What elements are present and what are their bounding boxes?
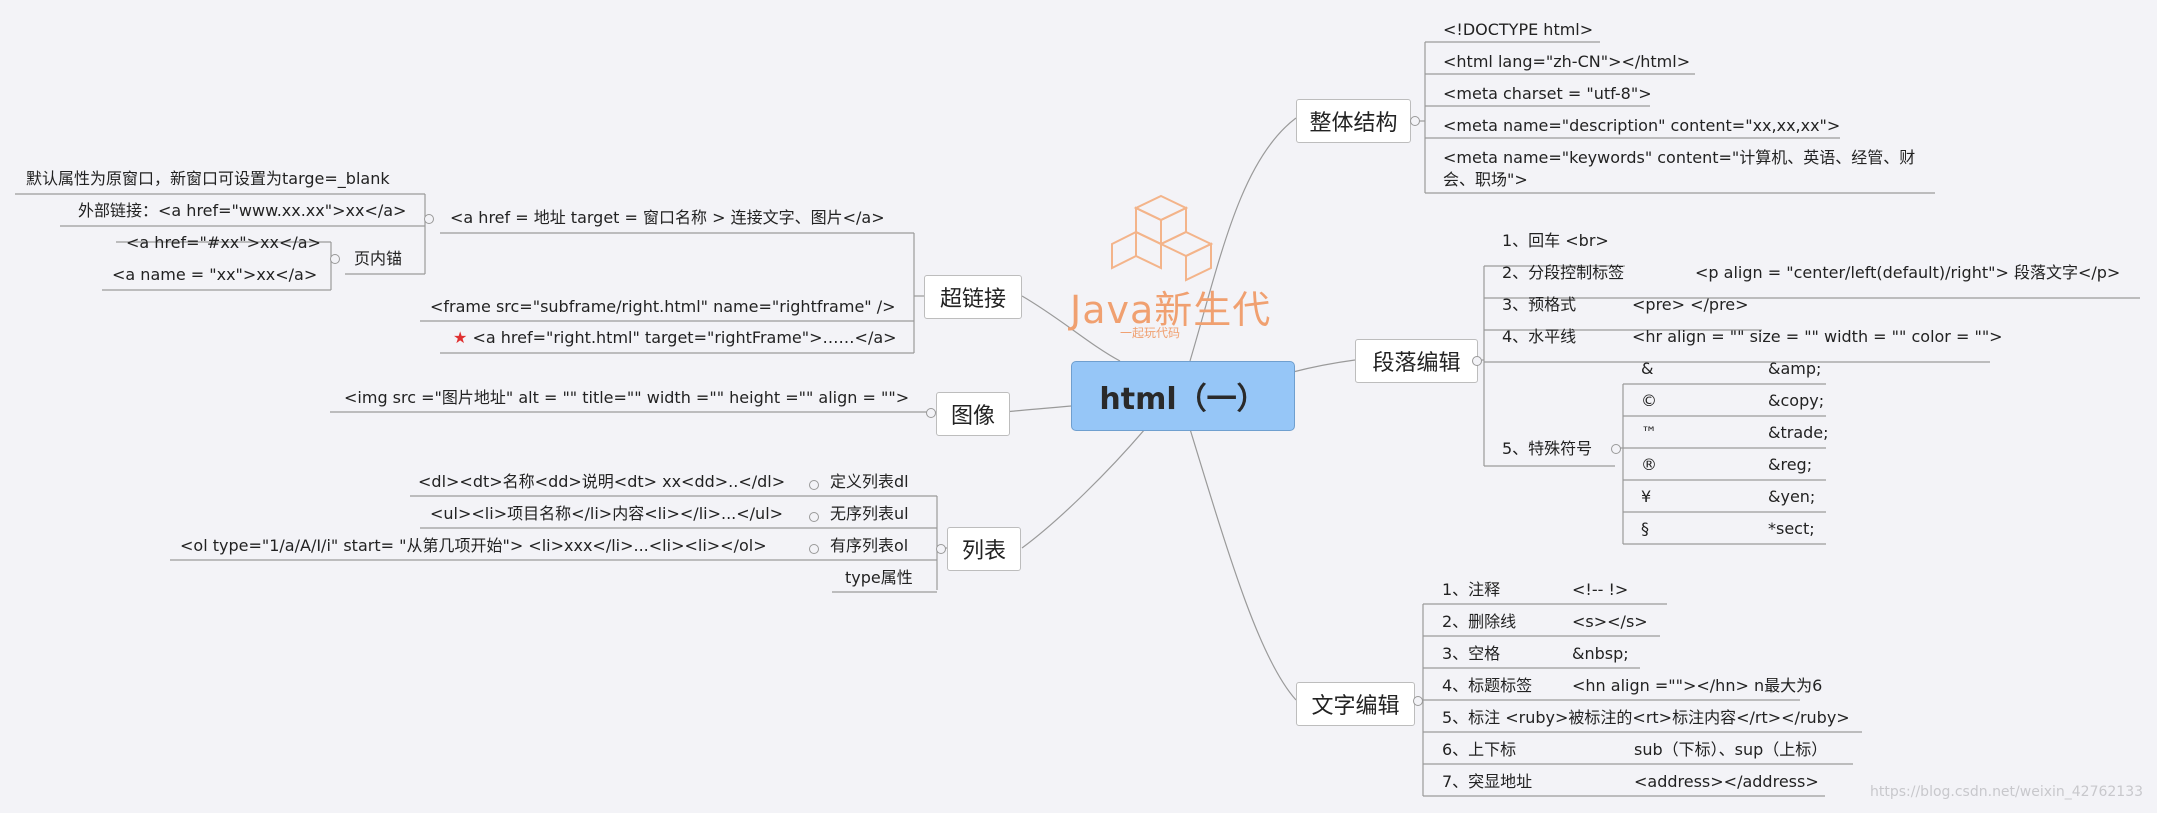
hyperlink-target: <a href="right.html" target="rightFrame"… [472,328,897,347]
topic-list-label: 列表 [961,539,1006,564]
collapse-toggle-image[interactable] [926,408,936,418]
text-code[interactable]: <address></address> [1634,772,1819,792]
text-item[interactable]: 6、上下标 [1442,740,1516,760]
structure-item[interactable]: <meta name="description" content="xx,xx,… [1443,116,1840,136]
text-item[interactable]: 5、标注 <ruby>被标注的<rt>标注内容</rt></ruby> [1442,708,1850,728]
topic-paragraph[interactable]: 段落编辑 [1355,339,1478,383]
topic-structure-label: 整体结构 [1309,111,1398,136]
text-code[interactable]: sub（下标）、sup（上标） [1634,740,1827,760]
symbol-code[interactable]: &yen; [1768,487,1815,507]
list-label[interactable]: 有序列表ol [830,536,908,556]
topic-hyperlink[interactable]: 超链接 [924,275,1022,319]
topic-text[interactable]: 文字编辑 [1296,682,1415,726]
symbol-glyph: § [1641,519,1649,538]
paragraph-code[interactable]: <p align = "center/left(default)/right">… [1695,263,2120,283]
list-label[interactable]: 无序列表ul [830,504,909,524]
hyperlink-inner-href[interactable]: <a href="#xx">xx</a> [126,233,321,253]
topic-text-label: 文字编辑 [1311,694,1400,719]
collapse-toggle-hyperlink[interactable] [424,214,434,224]
paragraph-item[interactable]: 5、特殊符号 [1502,439,1592,459]
paragraph-item[interactable]: 3、预格式 [1502,295,1576,315]
text-item[interactable]: 1、注释 [1442,580,1500,600]
text-code[interactable]: <!-- !> [1572,580,1628,600]
hyperlink-target-row[interactable]: ★ <a href="right.html" target="rightFram… [453,328,897,348]
topic-image-label: 图像 [950,404,995,429]
topic-hyperlink-label: 超链接 [939,287,1006,312]
topic-structure[interactable]: 整体结构 [1296,99,1411,143]
text-item[interactable]: 3、空格 [1442,644,1500,664]
hyperlink-anchor-syntax[interactable]: <a href = 地址 target = 窗口名称 > 连接文字、图片</a> [450,208,885,228]
hyperlink-frame[interactable]: <frame src="subframe/right.html" name="r… [430,297,896,317]
hyperlink-default-attr[interactable]: 默认属性为原窗口，新窗口可设置为targe=_blank [26,169,390,189]
collapse-toggle-dl[interactable] [809,480,819,490]
list-label[interactable]: type属性 [845,568,913,588]
paragraph-item[interactable]: 4、水平线 [1502,327,1576,347]
symbol-code[interactable]: *sect; [1768,519,1815,539]
hyperlink-inner-title[interactable]: 页内锚 [354,249,402,269]
root-node[interactable]: html（一） [1071,361,1295,431]
topic-image[interactable]: 图像 [936,392,1010,436]
list-code[interactable]: <ol type="1/a/A/Ⅰ/i" start= "从第几项开始"> <l… [180,536,767,556]
structure-item[interactable]: <!DOCTYPE html> [1443,20,1593,40]
symbol-code[interactable]: &reg; [1768,455,1812,475]
hyperlink-external[interactable]: 外部链接：<a href="www.xx.xx">xx</a> [78,201,406,221]
image-code[interactable]: <img src ="图片地址" alt = "" title="" width… [344,388,909,408]
text-item[interactable]: 7、突显地址 [1442,772,1532,792]
collapse-toggle-ol[interactable] [809,544,819,554]
list-code[interactable]: <ul><li>项目名称</li>内容<li></li>...</ul> [430,504,783,524]
symbol-glyph: ™ [1641,423,1657,442]
text-code[interactable]: <hn align =""></hn> n最大为6 [1572,676,1822,696]
symbol-glyph: & [1641,359,1654,378]
symbol-code[interactable]: &trade; [1768,423,1829,443]
symbol-glyph: ¥ [1641,487,1652,506]
paragraph-item[interactable]: 1、回车 <br> [1502,231,1609,251]
list-code[interactable]: <dl><dt>名称<dd>说明<dt> xx<dd>..</dl> [418,472,785,492]
text-item[interactable]: 4、标题标签 [1442,676,1532,696]
star-icon: ★ [453,328,468,347]
collapse-toggle-list[interactable] [936,544,946,554]
mindmap-canvas: Java新生代 一起玩代码 html（一） 整体结构 段落编辑 文字编辑 超链接… [0,0,2157,813]
structure-item[interactable]: <meta name="keywords" content="计算机、英语、经管… [1443,148,1915,168]
structure-item[interactable]: <html lang="zh-CN"></html> [1443,52,1690,72]
logo-subtitle: 一起玩代码 [1120,326,1181,340]
text-code[interactable]: &nbsp; [1572,644,1629,664]
logo-cube-icon [1111,194,1214,282]
topic-paragraph-label: 段落编辑 [1372,351,1461,376]
paragraph-code[interactable]: <hr align = "" size = "" width = "" colo… [1632,327,2003,347]
collapse-toggle-inner-anchor[interactable] [330,254,340,264]
collapse-toggle-text[interactable] [1413,696,1423,706]
list-label[interactable]: 定义列表dl [830,472,909,492]
collapse-toggle-paragraph[interactable] [1472,356,1482,366]
collapse-toggle-symbols[interactable] [1611,444,1621,454]
paragraph-code[interactable]: <pre> </pre> [1632,295,1749,315]
collapse-toggle-structure[interactable] [1410,116,1420,126]
collapse-toggle-ul[interactable] [809,512,819,522]
topic-list[interactable]: 列表 [947,527,1021,571]
structure-item[interactable]: <meta charset = "utf-8"> [1443,84,1652,104]
watermark: https://blog.csdn.net/weixin_42762133 [1870,784,2144,800]
symbol-glyph: © [1641,391,1657,410]
symbol-code[interactable]: &copy; [1768,391,1824,411]
symbol-code[interactable]: &amp; [1768,359,1821,379]
text-item[interactable]: 2、删除线 [1442,612,1516,632]
hyperlink-inner-name[interactable]: <a name = "xx">xx</a> [112,265,317,285]
text-code[interactable]: <s></s> [1572,612,1648,632]
symbol-glyph: ® [1641,455,1657,474]
paragraph-item[interactable]: 2、分段控制标签 [1502,263,1624,283]
structure-item-cont[interactable]: 会、职场"> [1443,170,1528,190]
